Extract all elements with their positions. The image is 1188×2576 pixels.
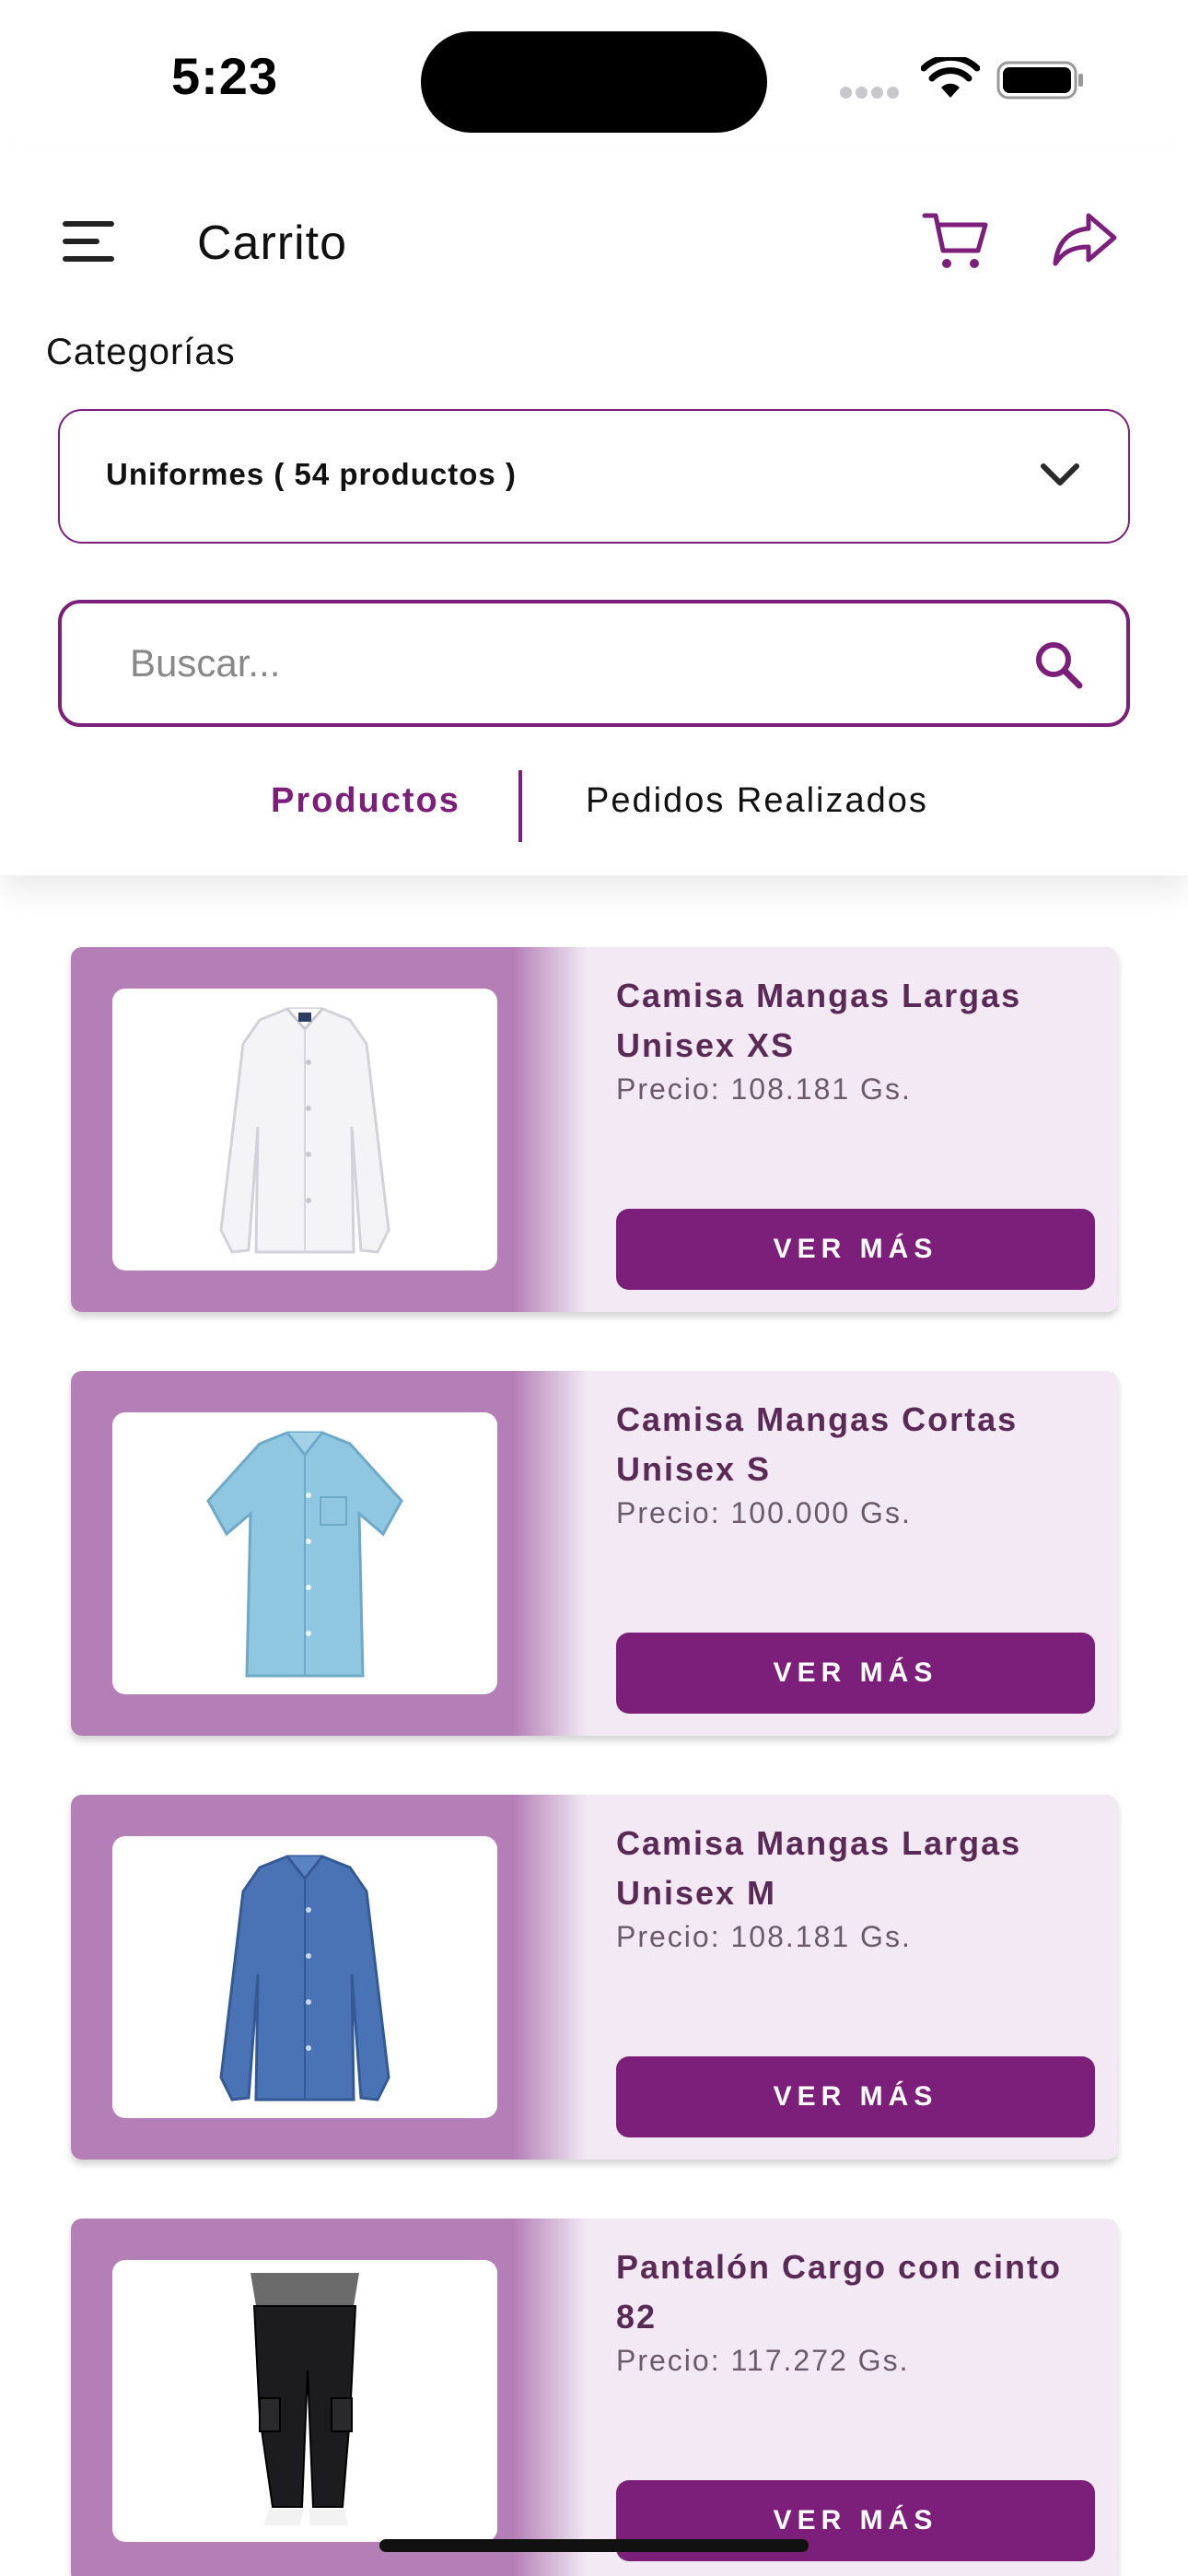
chevron-down-icon — [1041, 463, 1079, 486]
app-header: Carrito Categorías Uniformes ( 54 produc… — [0, 147, 1188, 875]
product-price: Precio: 108.181 Gs. — [616, 1920, 912, 1953]
ver-mas-button[interactable]: VER MÁS — [616, 2056, 1095, 2137]
ver-mas-button[interactable]: VER MÁS — [616, 1209, 1095, 1290]
status-time: 5:23 — [171, 47, 279, 105]
tab-bar: Productos Pedidos Realizados — [0, 770, 1188, 842]
menu-icon[interactable] — [63, 221, 114, 262]
product-name: Pantalón Cargo con cinto 82 — [616, 2248, 1063, 2336]
category-label: Categorías — [46, 332, 236, 372]
product-card[interactable]: Camisa Mangas Cortas Unisex S Precio: 10… — [71, 1371, 1118, 1736]
product-image-black-cargo-pants — [112, 2260, 497, 2542]
product-card[interactable]: Camisa Mangas Largas Unisex M Precio: 10… — [71, 1795, 1118, 2160]
home-indicator — [379, 2539, 809, 2552]
status-bar: 5:23 — [0, 0, 1188, 147]
product-image-white-long-sleeve-shirt — [112, 989, 497, 1270]
product-price: Precio: 108.181 Gs. — [616, 1072, 912, 1106]
product-card[interactable]: Pantalón Cargo con cinto 82 Precio: 117.… — [71, 2219, 1118, 2576]
share-icon[interactable] — [1052, 210, 1118, 267]
ver-mas-button[interactable]: VER MÁS — [616, 1633, 1095, 1714]
product-name: Camisa Mangas Largas Unisex XS — [616, 977, 1022, 1064]
product-image-light-blue-short-sleeve-shirt — [112, 1412, 497, 1694]
tab-divider — [518, 770, 522, 842]
product-price: Precio: 100.000 Gs. — [616, 1496, 912, 1529]
category-dropdown[interactable]: Uniformes ( 54 productos ) — [58, 409, 1130, 544]
tab-pedidos-realizados[interactable]: Pedidos Realizados — [586, 781, 928, 821]
battery-icon — [996, 61, 1083, 100]
search-box — [58, 600, 1130, 727]
dynamic-island — [421, 31, 767, 133]
page-title: Carrito — [197, 217, 348, 270]
cart-icon[interactable] — [921, 208, 991, 271]
search-icon[interactable] — [1032, 638, 1084, 690]
product-name: Camisa Mangas Largas Unisex M — [616, 1824, 1022, 1912]
category-selected-value: Uniformes ( 54 productos ) — [106, 457, 517, 491]
tab-productos[interactable]: Productos — [271, 781, 460, 821]
cellular-signal-icon — [840, 87, 904, 100]
product-name: Camisa Mangas Cortas Unisex S — [616, 1400, 1019, 1488]
product-price: Precio: 117.272 Gs. — [616, 2344, 910, 2377]
product-image-blue-long-sleeve-shirt — [112, 1836, 497, 2118]
product-card[interactable]: Camisa Mangas Largas Unisex XS Precio: 1… — [71, 947, 1118, 1312]
search-input[interactable] — [130, 631, 959, 696]
wifi-icon — [921, 57, 980, 98]
